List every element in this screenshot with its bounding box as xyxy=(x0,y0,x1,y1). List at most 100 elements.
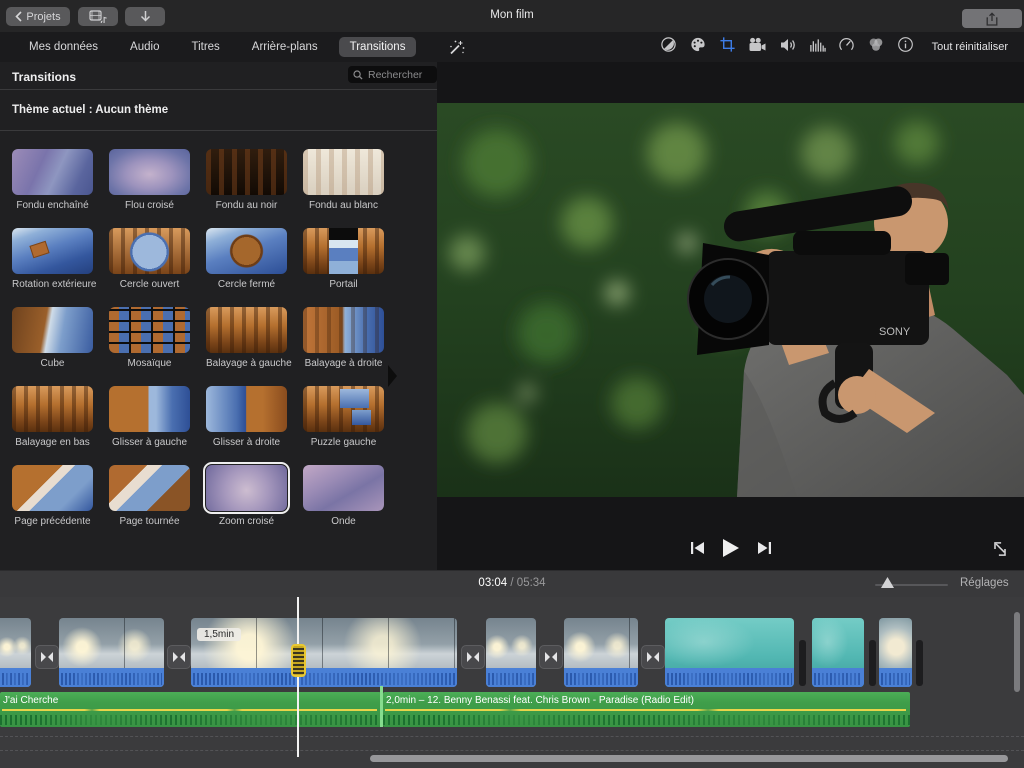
panel-title: Transitions xyxy=(12,70,76,84)
transition-thumbnail[interactable] xyxy=(12,465,93,511)
transition-item[interactable]: Puzzle gauche xyxy=(303,386,384,454)
transition-item[interactable]: Fondu enchaîné xyxy=(12,149,93,217)
waveform xyxy=(881,673,910,685)
transition-item[interactable]: Flou croisé xyxy=(109,149,190,217)
transition-thumbnail[interactable] xyxy=(303,228,384,274)
transition-thumbnail[interactable] xyxy=(206,228,287,274)
transition-item[interactable]: Fondu au noir xyxy=(206,149,287,217)
share-button[interactable] xyxy=(962,9,1022,28)
transition-thumbnail[interactable] xyxy=(303,149,384,195)
transition-label: Cercle ouvert xyxy=(109,279,190,290)
crop-icon xyxy=(719,36,736,53)
transition-thumbnail[interactable] xyxy=(12,307,93,353)
transition-thumbnail[interactable] xyxy=(109,307,190,353)
transition-item[interactable]: Glisser à gauche xyxy=(109,386,190,454)
timeline-clip[interactable] xyxy=(665,618,794,687)
tab-arriere-plans[interactable]: Arrière-plans xyxy=(241,37,329,57)
skip-to-end-button[interactable] xyxy=(757,541,772,560)
transition-item[interactable]: Cercle ouvert xyxy=(109,228,190,296)
transition-thumbnail[interactable] xyxy=(109,465,190,511)
transition-thumbnail[interactable] xyxy=(109,228,190,274)
timeline-clip[interactable] xyxy=(564,618,638,687)
collapsed-clip[interactable] xyxy=(916,640,923,686)
settings-button[interactable]: Réglages xyxy=(960,577,1009,589)
info-button[interactable] xyxy=(897,36,914,58)
transition-item[interactable]: Page tournée xyxy=(109,465,190,533)
transition-thumbnail[interactable] xyxy=(303,465,384,511)
current-theme-label: Thème actuel : Aucun thème xyxy=(12,104,168,116)
tab-audio[interactable]: Audio xyxy=(119,37,170,57)
transition-marker[interactable] xyxy=(539,645,563,669)
transition-item[interactable]: Fondu au blanc xyxy=(303,149,384,217)
fullscreen-button[interactable] xyxy=(990,539,1010,564)
transition-item[interactable]: Balayage à droite xyxy=(303,307,384,375)
collapsed-clip[interactable] xyxy=(869,640,876,686)
transition-label: Puzzle gauche xyxy=(303,437,384,448)
equalizer-bars-icon xyxy=(809,37,826,53)
timeline-clip[interactable] xyxy=(0,618,31,687)
tab-transitions[interactable]: Transitions xyxy=(339,37,417,57)
transition-item[interactable]: Glisser à droite xyxy=(206,386,287,454)
adjust-toolbar: Tout réinitialiser xyxy=(660,32,1008,62)
clip-audio-strip xyxy=(564,668,638,687)
volume-line[interactable] xyxy=(2,709,377,711)
enhance-wand-button[interactable] xyxy=(448,39,465,61)
reset-all-button[interactable]: Tout réinitialiser xyxy=(932,41,1008,53)
transition-item[interactable]: Rotation extérieure xyxy=(12,228,93,296)
timeline-clip[interactable] xyxy=(812,618,864,687)
transition-item[interactable]: Mosaïque xyxy=(109,307,190,375)
playhead-trim-handle[interactable] xyxy=(291,644,306,677)
tab-titres[interactable]: Titres xyxy=(180,37,230,57)
color-balance-button[interactable] xyxy=(660,36,677,58)
transition-thumbnail[interactable] xyxy=(12,386,93,432)
transition-item[interactable]: Portail xyxy=(303,228,384,296)
music-clip[interactable]: 2,0min – 12. Benny Benassi feat. Chris B… xyxy=(383,692,910,727)
transition-marker[interactable] xyxy=(167,645,191,669)
transition-marker[interactable] xyxy=(35,645,59,669)
skip-to-start-button[interactable] xyxy=(690,541,705,560)
collapsed-clip[interactable] xyxy=(799,640,806,686)
search-field[interactable] xyxy=(348,66,437,83)
stabilization-button[interactable] xyxy=(748,37,767,58)
transition-item[interactable]: Balayage à gauche xyxy=(206,307,287,375)
empty-lane-divider xyxy=(0,736,1024,737)
noise-eq-button[interactable] xyxy=(809,37,826,58)
transition-marker[interactable] xyxy=(641,645,665,669)
search-icon xyxy=(353,70,363,80)
transition-marker[interactable] xyxy=(461,645,485,669)
tab-mes-donnees[interactable]: Mes données xyxy=(18,37,109,57)
music-clip[interactable]: J'ai Cherche xyxy=(0,692,381,727)
playhead[interactable] xyxy=(297,597,299,757)
waveform xyxy=(2,673,29,685)
transition-thumbnail[interactable] xyxy=(109,386,190,432)
transition-thumbnail-selected[interactable] xyxy=(206,465,287,511)
transition-thumbnail[interactable] xyxy=(109,149,190,195)
transition-thumbnail[interactable] xyxy=(12,149,93,195)
timeline-clip[interactable] xyxy=(59,618,164,687)
transition-item[interactable]: Balayage en bas xyxy=(12,386,93,454)
transition-item[interactable]: Cube xyxy=(12,307,93,375)
transition-item[interactable]: Page précédente xyxy=(12,465,93,533)
transition-thumbnail[interactable] xyxy=(303,386,384,432)
transition-item[interactable]: Cercle fermé xyxy=(206,228,287,296)
search-input[interactable] xyxy=(366,68,432,82)
timeline-clip[interactable] xyxy=(879,618,912,687)
transition-thumbnail[interactable] xyxy=(12,228,93,274)
speed-button[interactable] xyxy=(838,36,855,58)
transition-item[interactable]: Onde xyxy=(303,465,384,533)
volume-button[interactable] xyxy=(779,37,797,58)
horizontal-scrollbar[interactable] xyxy=(370,755,1008,762)
transition-item-selected[interactable]: Zoom croisé xyxy=(206,465,287,533)
transition-thumbnail[interactable] xyxy=(206,386,287,432)
timeline-clip[interactable] xyxy=(486,618,536,687)
filters-button[interactable] xyxy=(867,36,885,58)
volume-line[interactable] xyxy=(385,709,906,711)
crop-button[interactable] xyxy=(719,36,736,58)
play-button[interactable] xyxy=(722,538,740,563)
transition-thumbnail[interactable] xyxy=(303,307,384,353)
timeline[interactable]: 1,5min J'ai Cherche 2,0min – 12. Benny B… xyxy=(0,597,1024,768)
transition-thumbnail[interactable] xyxy=(206,307,287,353)
transition-thumbnail[interactable] xyxy=(206,149,287,195)
color-correction-button[interactable] xyxy=(689,36,707,58)
vertical-scrollbar[interactable] xyxy=(1014,612,1020,692)
